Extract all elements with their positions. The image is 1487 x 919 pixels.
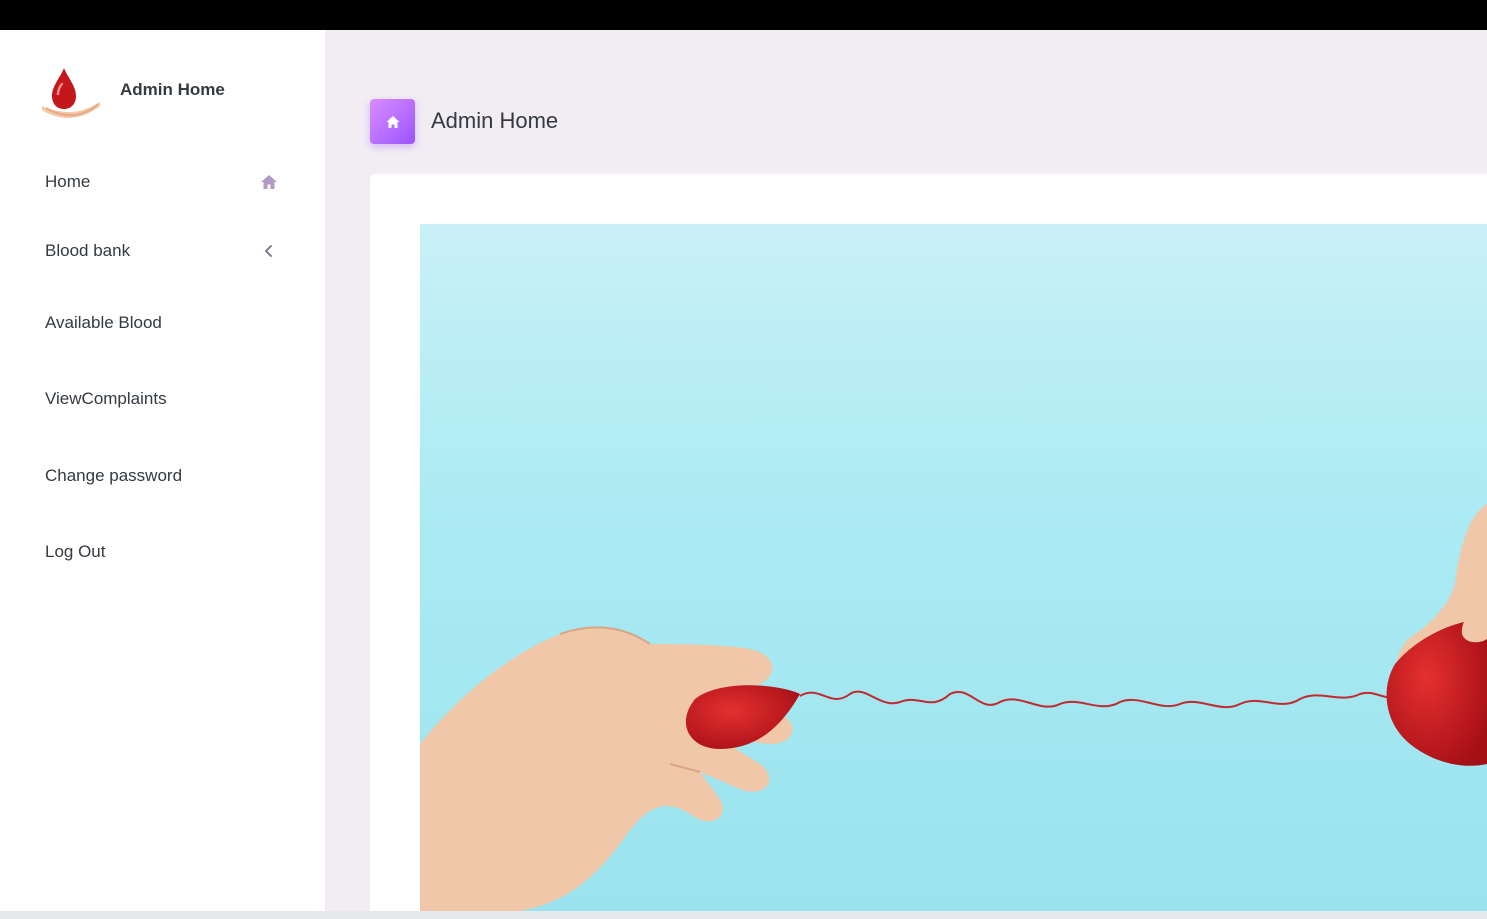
sidebar-item-label: Blood bank — [45, 241, 131, 260]
blood-donation-photo — [420, 224, 1487, 911]
page-title: Admin Home — [431, 108, 559, 133]
window-bottom-strip — [0, 911, 1487, 919]
brand-title: Admin Home — [120, 80, 225, 99]
sidebar-item-label: Log Out — [45, 542, 106, 561]
sidebar-item-log-out[interactable]: Log Out — [45, 538, 285, 566]
blood-drop-logo — [42, 68, 100, 118]
sidebar-item-home[interactable]: Home — [45, 168, 285, 196]
page-icon-badge — [370, 99, 415, 144]
brand[interactable]: Admin Home — [40, 66, 300, 126]
home-icon — [386, 116, 400, 128]
sidebar-item-available-blood[interactable]: Available Blood — [45, 309, 285, 337]
sidebar-item-label: Available Blood — [45, 313, 162, 332]
sidebar-item-change-password[interactable]: Change password — [45, 462, 285, 490]
content-card — [370, 174, 1487, 911]
hero-image — [420, 224, 1487, 911]
chevron-left-icon[interactable] — [259, 241, 279, 261]
sidebar-item-label: ViewComplaints — [45, 389, 167, 408]
sidebar-item-view-complaints[interactable]: ViewComplaints — [45, 385, 285, 413]
sidebar: Admin Home Home Blood bank Available Blo… — [0, 30, 325, 911]
home-icon — [261, 175, 277, 189]
sidebar-item-label: Home — [45, 172, 91, 191]
window-top-bar — [0, 0, 1487, 30]
sidebar-item-blood-bank[interactable]: Blood bank — [45, 237, 285, 265]
sidebar-item-label: Change password — [45, 466, 183, 485]
